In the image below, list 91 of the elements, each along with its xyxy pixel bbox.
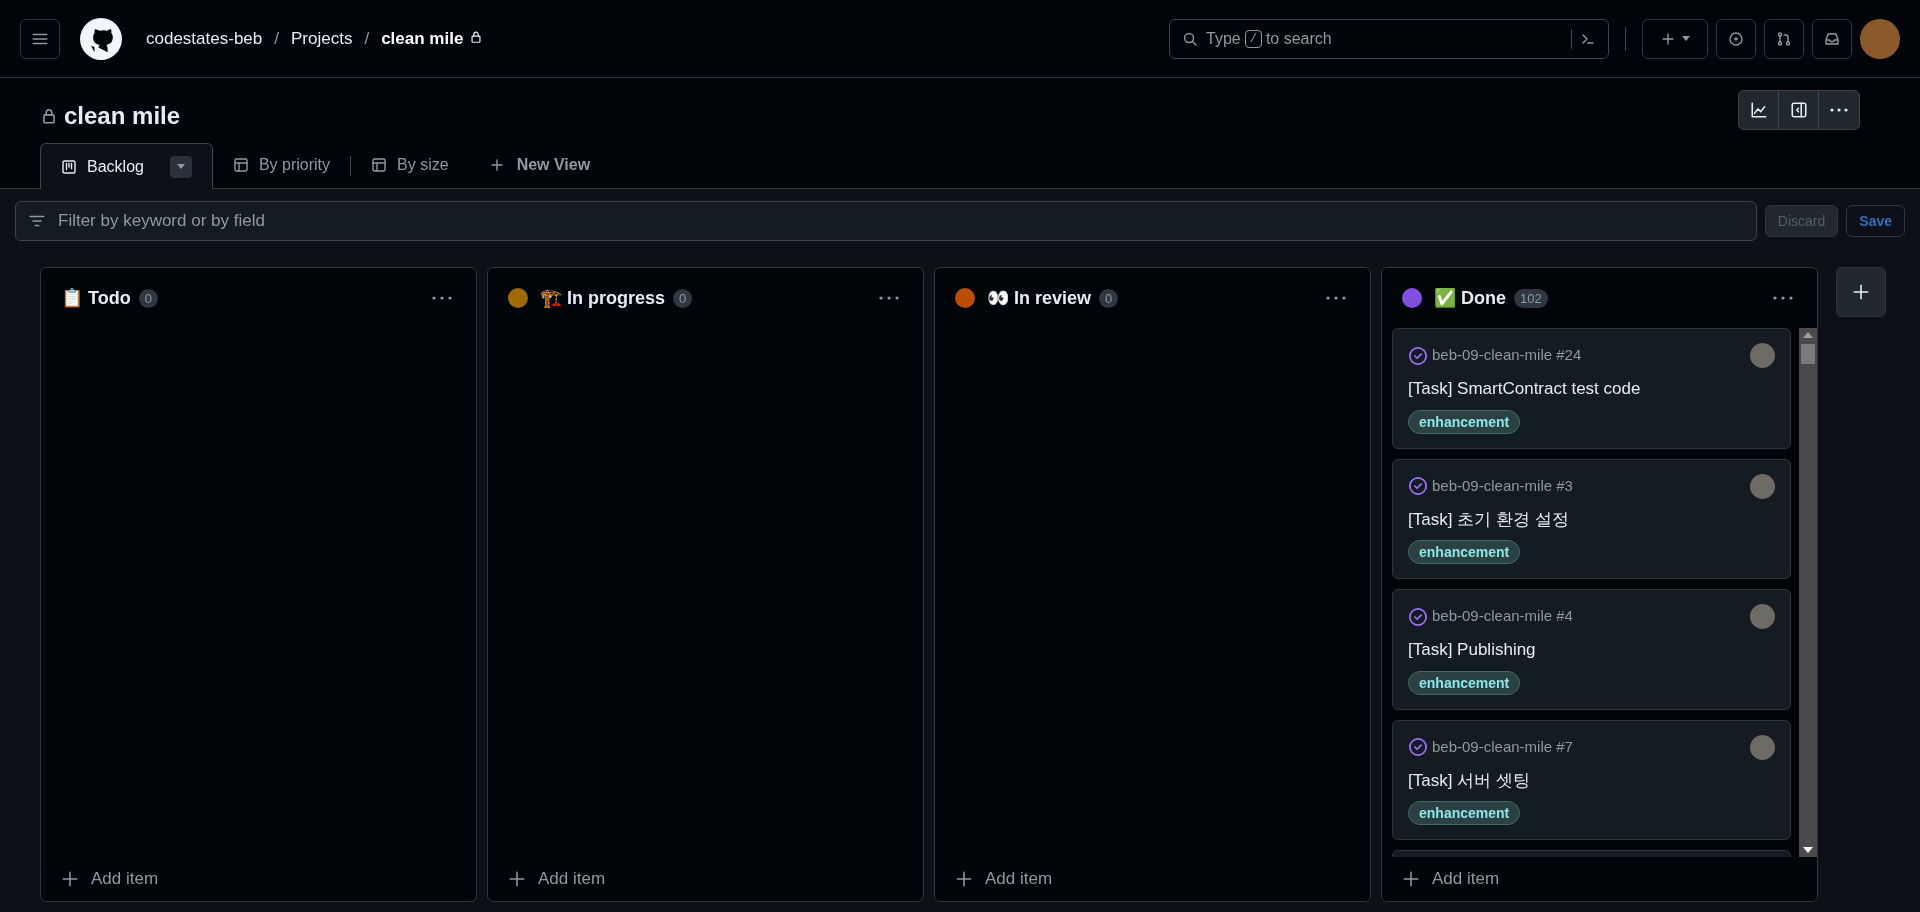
plus-icon	[1402, 870, 1420, 888]
scroll-thumb[interactable]	[1801, 344, 1815, 364]
view-tab[interactable]: Backlog	[40, 143, 213, 189]
issue-title[interactable]: [Task] SmartContract test code	[1408, 376, 1775, 402]
breadcrumb-link[interactable]: clean mile	[381, 25, 464, 52]
chart-icon	[1749, 101, 1768, 119]
caret-icon	[1682, 36, 1690, 41]
column-title: 👀 In review	[987, 286, 1092, 310]
scroll-up-icon[interactable]	[1803, 332, 1813, 338]
add-item-button[interactable]: Add item	[935, 857, 1370, 901]
pull-request-icon	[1776, 30, 1792, 47]
search-placeholder: Type	[1206, 28, 1241, 49]
plus-icon	[1660, 30, 1676, 47]
table-icon	[371, 157, 388, 173]
plus-icon	[1852, 283, 1870, 301]
plus-icon	[61, 870, 79, 888]
board-icon	[61, 158, 77, 175]
assignee-avatar	[1750, 604, 1775, 629]
label-tag: enhancement	[1408, 670, 1521, 695]
assignee-avatar	[1750, 473, 1775, 499]
view-tab[interactable]: By priority	[212, 142, 351, 188]
label-tag: enhancement	[1408, 540, 1521, 564]
add-item-button[interactable]: Add item	[488, 857, 923, 901]
inbox-icon	[1824, 30, 1840, 47]
issue-title[interactable]: [Task] Publishing	[1408, 637, 1775, 663]
more-icon	[1830, 108, 1848, 112]
more-icon	[1773, 296, 1793, 300]
breadcrumb-separator: /	[364, 27, 370, 50]
column-title: 🏗 In progress	[540, 286, 666, 310]
more-icon	[879, 296, 899, 300]
search-icon	[1182, 30, 1198, 47]
label-tag: enhancement	[1408, 801, 1521, 825]
breadcrumb-separator: /	[274, 27, 279, 50]
column-title: ✅ Done	[1434, 286, 1506, 310]
label-tag: enhancement	[1408, 409, 1521, 434]
view-tab[interactable]: By size	[351, 142, 469, 188]
side-panel-icon	[1789, 101, 1808, 119]
issues-button[interactable]	[1716, 18, 1756, 59]
add-column-button[interactable]	[1836, 267, 1886, 317]
closed-issue-icon	[1408, 737, 1428, 757]
issue-title[interactable]: [Task] 초기 환경 설정	[1408, 506, 1775, 532]
add-item-button[interactable]: Add item	[1382, 857, 1817, 901]
closed-issue-icon	[1408, 476, 1428, 496]
save-button[interactable]: Save	[1846, 205, 1905, 237]
breadcrumb-link[interactable]: Projects	[291, 25, 353, 52]
issue-card[interactable]: beb-09-clean-mile #24 [Task] SmartContract test code enhancement	[1392, 328, 1791, 449]
column-title: 📋 Todo	[61, 286, 131, 310]
more-icon	[432, 296, 452, 300]
issue-title[interactable]: [Task] 서버 셋팅	[1408, 767, 1775, 793]
issue-reference: beb-09-clean-mile #24	[1432, 345, 1582, 366]
assignee-avatar	[1750, 343, 1775, 368]
item-count: 0	[673, 288, 693, 308]
filter-placeholder: Filter by keyword or by field	[58, 210, 265, 233]
plus-icon	[955, 870, 973, 888]
issue-card[interactable]: beb-09-clean-mile #4 [Task] Publishing enhancement	[1392, 589, 1791, 710]
search-placeholder: to search	[1265, 28, 1332, 49]
inbox-button[interactable]	[1812, 18, 1852, 59]
menu-button[interactable]	[20, 18, 60, 59]
filter-field[interactable]: Filter by keyword or by field	[15, 201, 1757, 241]
new-view-button[interactable]: New View	[468, 142, 611, 188]
shortcut-key: /	[1244, 29, 1262, 48]
issue-reference: beb-09-clean-mile #4	[1432, 606, 1573, 627]
issue-reference: beb-09-clean-mile #3	[1432, 475, 1573, 496]
search-field[interactable]: Type / to search	[1169, 18, 1609, 59]
issue-reference: beb-09-clean-mile #7	[1432, 736, 1573, 757]
issue-card[interactable]: beb-09-clean-mile #3 [Task] 초기 환경 설정 enhancement	[1392, 458, 1791, 579]
issue-circle-icon	[1728, 30, 1744, 47]
more-icon	[1326, 296, 1346, 300]
closed-issue-icon	[1408, 606, 1428, 627]
view-options-button[interactable]	[169, 155, 192, 178]
breadcrumb-link[interactable]: codestates-beb	[146, 25, 263, 52]
plus-icon	[508, 870, 526, 888]
item-count: 0	[1099, 288, 1119, 308]
create-new-button[interactable]	[1642, 18, 1708, 59]
caret-icon	[176, 164, 185, 169]
user-avatar[interactable]	[1860, 18, 1900, 59]
table-icon	[232, 157, 249, 173]
plus-icon	[488, 157, 505, 173]
scroll-down-icon[interactable]	[1803, 847, 1813, 853]
lock-icon	[469, 29, 484, 44]
item-count: 102	[1514, 288, 1548, 308]
closed-issue-icon	[1408, 345, 1428, 366]
pull-requests-button[interactable]	[1764, 18, 1804, 59]
assignee-avatar	[1750, 734, 1775, 760]
issue-card[interactable]: beb-09-clean-mile #7 [Task] 서버 셋팅 enhancement	[1392, 719, 1791, 840]
octocat-logo[interactable]	[80, 17, 122, 60]
scrollbar[interactable]	[1799, 328, 1817, 857]
item-count: 0	[138, 288, 158, 308]
lock-icon	[40, 107, 58, 125]
add-item-button[interactable]: Add item	[41, 857, 476, 901]
project-title: clean mile	[64, 101, 181, 131]
